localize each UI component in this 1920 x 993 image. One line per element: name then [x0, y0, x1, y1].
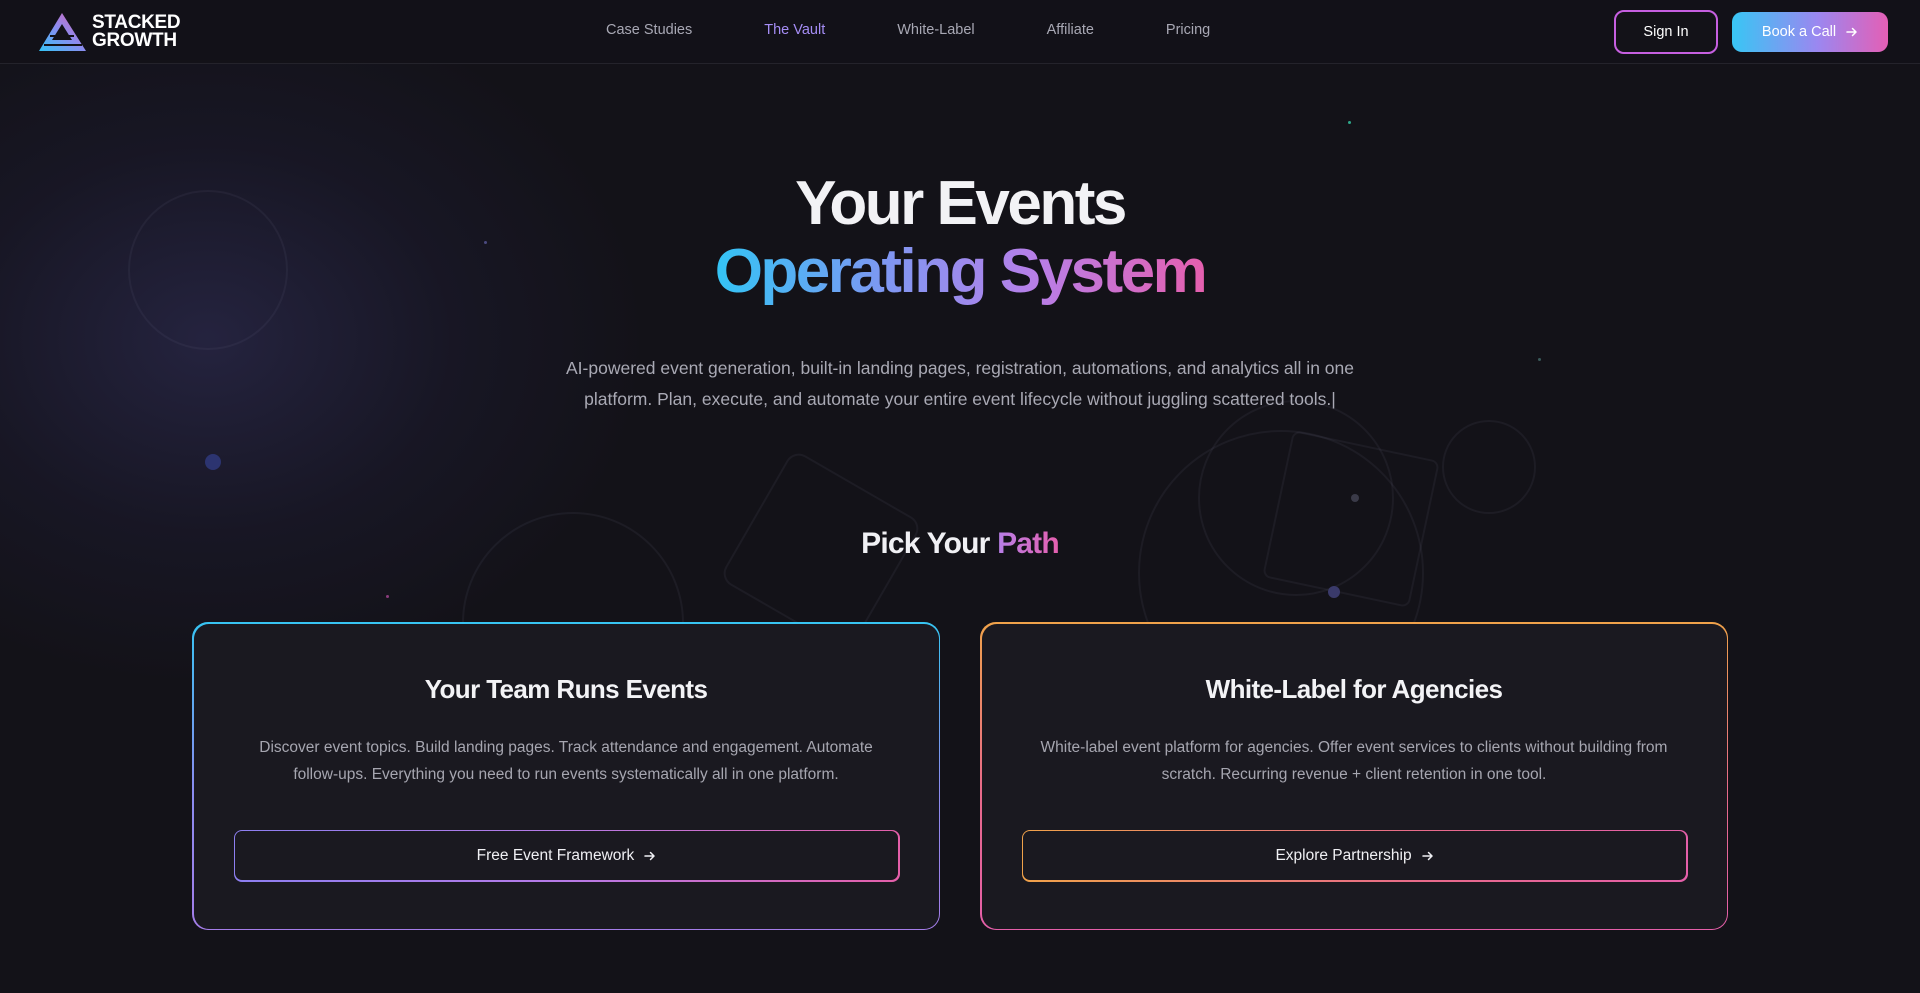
path-card-agency-body: White-Label for Agencies White-label eve… — [981, 623, 1727, 929]
card-description: Discover event topics. Build landing pag… — [259, 738, 873, 783]
top-navbar: STACKED GROWTH Case Studies The Vault Wh… — [0, 0, 1920, 64]
explore-partnership-button[interactable]: Explore Partnership — [1021, 829, 1688, 882]
logo-text: STACKED GROWTH — [92, 13, 181, 51]
decorative-dot — [1351, 494, 1359, 502]
card-description: White-label event platform for agencies.… — [1040, 738, 1668, 783]
card-button-label: Free Event Framework — [476, 846, 635, 864]
path-card-agency: White-Label for Agencies White-label eve… — [980, 622, 1728, 930]
decorative-dot — [205, 454, 221, 470]
decorative-ring — [1442, 420, 1536, 514]
pick-title-prefix: Pick Your — [861, 527, 990, 560]
nav-link-affiliate[interactable]: Affiliate — [1047, 22, 1094, 38]
hero-title-gradient: Operating System — [714, 237, 1208, 306]
free-event-framework-button[interactable]: Free Event Framework — [233, 829, 900, 882]
book-a-call-label: Book a Call — [1761, 24, 1837, 40]
sign-in-button[interactable]: Sign In — [1614, 10, 1718, 54]
decorative-dot — [1348, 121, 1351, 124]
path-card-team: Your Team Runs Events Discover event top… — [192, 622, 940, 930]
book-a-call-button[interactable]: Book a Call — [1732, 12, 1888, 52]
card-button-label: Explore Partnership — [1275, 846, 1412, 864]
path-card-team-body: Your Team Runs Events Discover event top… — [193, 623, 939, 929]
nav-link-white-label[interactable]: White-Label — [897, 22, 974, 38]
hero-subtitle: AI-powered event generation, built-in la… — [540, 353, 1380, 415]
explore-partnership-button-inner: Explore Partnership — [1023, 831, 1686, 880]
arrow-right-icon — [1846, 27, 1857, 37]
arrow-right-icon — [644, 851, 656, 860]
pick-title-accent: Path — [997, 527, 1060, 560]
pick-your-path-heading: Pick Your Path — [0, 527, 1920, 561]
sign-in-label: Sign In — [1643, 24, 1689, 40]
card-title: White-Label for Agencies — [1205, 673, 1503, 704]
nav-link-the-vault[interactable]: The Vault — [764, 22, 825, 38]
logo-line-2: GROWTH — [92, 30, 177, 51]
text-cursor: | — [1331, 389, 1336, 409]
decorative-dot — [386, 595, 389, 598]
decorative-dot — [1328, 586, 1340, 598]
free-event-framework-button-inner: Free Event Framework — [235, 831, 898, 880]
decorative-dot — [1538, 358, 1541, 361]
logo-triangle-icon — [39, 13, 86, 51]
hero-title-line-1: Your Events — [795, 169, 1127, 238]
hero-title-line-2: Operating System — [0, 236, 1920, 307]
card-title: Your Team Runs Events — [424, 673, 708, 704]
nav-link-case-studies[interactable]: Case Studies — [606, 22, 692, 38]
hero-subtitle-text: AI-powered event generation, built-in la… — [566, 358, 1354, 409]
main-nav: Case Studies The Vault White-Label Affil… — [606, 22, 1282, 38]
brand-logo[interactable]: STACKED GROWTH — [38, 12, 181, 52]
arrow-right-icon — [1421, 851, 1433, 860]
nav-link-pricing[interactable]: Pricing — [1166, 22, 1210, 38]
decorative-ring — [1198, 400, 1394, 596]
